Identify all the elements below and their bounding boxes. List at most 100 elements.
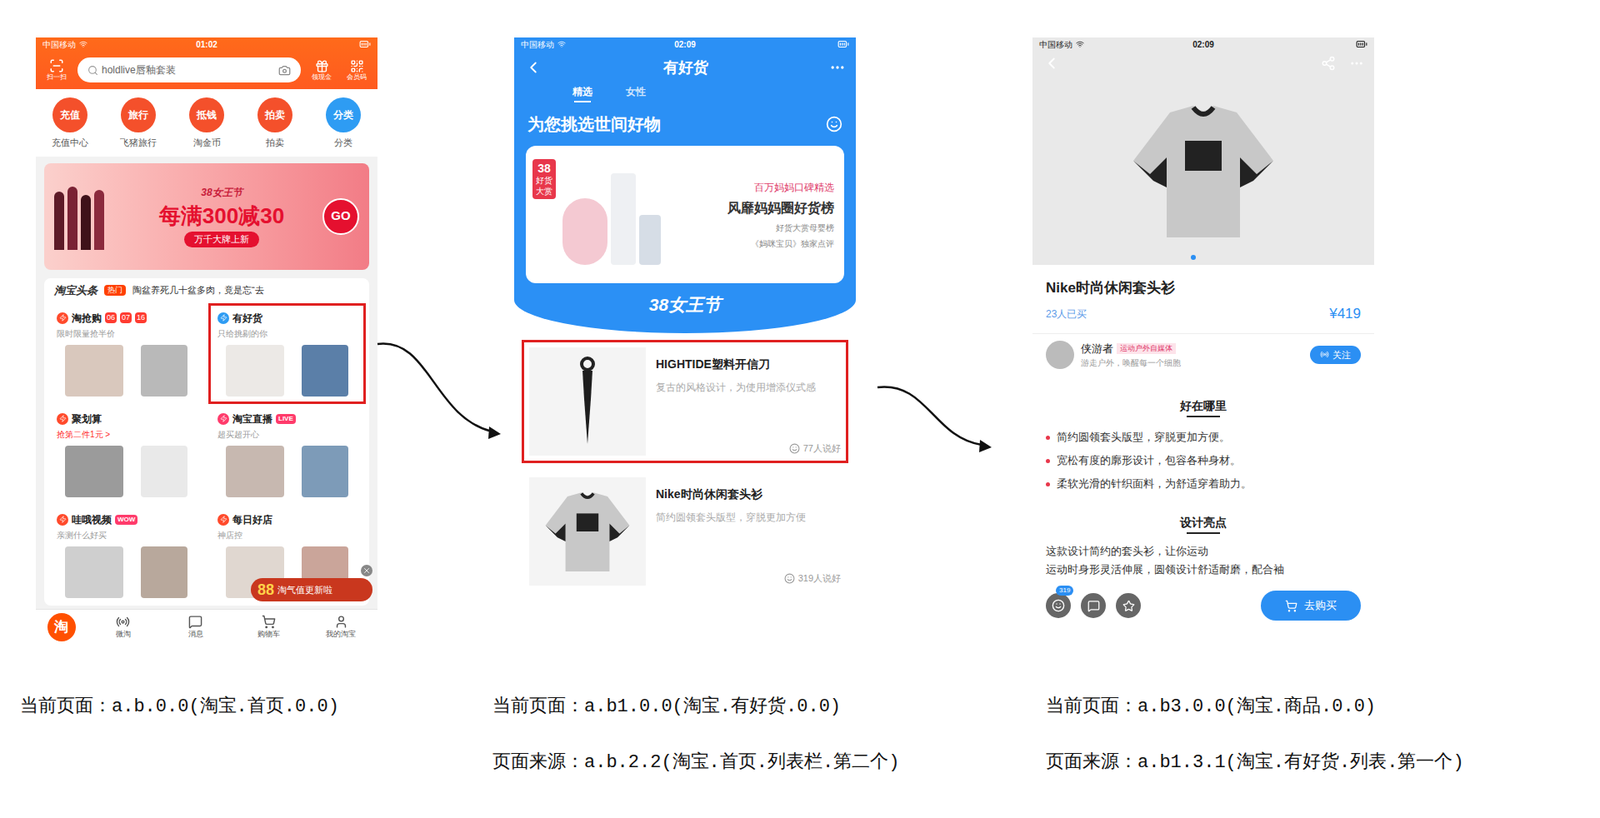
lightning-icon <box>220 415 228 423</box>
tab-item[interactable]: 我的淘宝 <box>315 615 366 641</box>
smile-icon <box>784 573 795 585</box>
follow-button[interactable]: 关注 <box>1310 345 1361 365</box>
tab-logo[interactable]: 淘 <box>47 613 76 642</box>
heading-underline <box>1186 532 1220 535</box>
wifi-icon <box>557 40 566 49</box>
photo-nav-right <box>1320 55 1365 71</box>
author-avatar[interactable] <box>1045 340 1075 370</box>
detail-section: 好在哪里简约圆领套头版型，穿脱更加方便。宽松有度的廓形设计，包容各种身材。柔软光… <box>1032 397 1375 496</box>
festival-title: 38女王节 <box>514 291 856 319</box>
tab-row: 精选 女性 <box>514 84 856 106</box>
channel-icon <box>217 413 230 425</box>
tab-item[interactable]: 消息 <box>170 615 221 641</box>
bottle <box>54 191 65 250</box>
header-action[interactable]: 领现金 <box>307 59 336 82</box>
clock: 02:09 <box>674 38 696 51</box>
headline-row[interactable]: 淘宝头条热门陶盆养死几十盆多肉，竟是忘“去 <box>44 278 370 304</box>
banner-headline: 风靡妈妈圈好货榜 <box>727 198 835 219</box>
tab-label: 我的淘宝 <box>325 629 356 641</box>
comment-icon <box>1087 600 1100 613</box>
scan-icon <box>49 58 65 74</box>
author-info: 侠游者运动户外自媒体游走户外，唤醒每一个细胞 <box>1080 340 1304 370</box>
more-icon[interactable] <box>829 59 846 76</box>
channel-cell[interactable]: 淘宝直播LIVE超买超开心 <box>208 404 366 505</box>
heading-row: 为您挑选世间好物 <box>514 105 856 143</box>
close-button[interactable] <box>360 565 373 577</box>
award-tag-line: 大赏 <box>535 185 553 197</box>
product-photo <box>140 546 188 599</box>
shortcut[interactable]: 分类分类 <box>316 97 370 150</box>
goods-item[interactable]: HIGHTIDE塑料开信刀复古的风格设计，为使用增添仪式感77人说好 <box>521 340 849 464</box>
shortcut[interactable]: 充值充值中心 <box>43 97 97 150</box>
tab-label: 精选 <box>572 84 593 100</box>
banner-go-button[interactable]: GO <box>322 198 360 235</box>
tab-bar: 淘微淘消息购物车我的淘宝 <box>35 609 378 645</box>
screen-column: 中国移动02:09Nike时尚休闲套头衫23人已买¥419侠游者运动户外自媒体游… <box>1032 37 1600 778</box>
tab[interactable]: 女性 <box>625 84 646 106</box>
channel-icon <box>56 413 69 425</box>
search-field[interactable]: holdlive唇釉套装 <box>77 57 301 83</box>
carrier-text: 中国移动 <box>520 38 555 51</box>
channel-cell[interactable]: 聚划算抢第二件1元 > <box>47 404 205 505</box>
shortcut[interactable]: 抵钱淘金币 <box>180 97 234 150</box>
tab-icon <box>115 615 130 630</box>
bullet-dot <box>1045 435 1050 440</box>
banner-headline: 每满300减30 <box>159 203 285 229</box>
photo-nav <box>1032 50 1375 76</box>
bullet-text: 柔软光滑的针织面料，为舒适穿着助力。 <box>1056 475 1252 493</box>
cart-icon <box>1285 600 1298 613</box>
search-placeholder: holdlive唇釉套装 <box>101 62 275 78</box>
tab-item[interactable]: 微淘 <box>98 615 149 641</box>
product-photo: 中国移动02:09 <box>1032 37 1375 265</box>
more-icon[interactable] <box>1349 55 1365 71</box>
channel-badge: LIVE <box>275 414 296 425</box>
lightning-icon <box>59 415 67 423</box>
header-action[interactable]: 会员码 <box>342 59 371 82</box>
tab[interactable]: 精选 <box>572 84 593 106</box>
caption-block: 当前页面：a.b1.0.0(淘宝.有好货.0.0)页面来源：a.b.2.2(淘宝… <box>492 693 1033 778</box>
back-icon[interactable] <box>1042 54 1061 73</box>
bullet-row: 宽松有度的廓形设计，包容各种身材。 <box>1045 449 1361 473</box>
bunny-toy <box>562 198 608 265</box>
price-row: 23人已买¥419 <box>1032 303 1375 335</box>
comment-button[interactable] <box>1080 593 1106 619</box>
bottle <box>67 186 78 250</box>
scan-button[interactable]: 扫一扫 <box>42 58 71 82</box>
caption-block: 当前页面：a.b.0.0(淘宝.首页.0.0) <box>0 693 493 722</box>
tab-icon <box>334 615 349 630</box>
promo-banner[interactable]: 38女王节每满300减30万千大牌上新GO <box>44 163 370 270</box>
bullet-row: 柔软光滑的针织面料，为舒适穿着助力。 <box>1045 472 1361 496</box>
like-button[interactable]: 319 <box>1045 593 1071 619</box>
goods-likes-text: 77人说好 <box>803 441 841 456</box>
goods-item[interactable]: Nike时尚休闲套头衫简约圆领套头版型，穿脱更加方便319人说好 <box>521 470 849 594</box>
channel-cell[interactable]: 有好货只给挑剔的你 <box>208 303 366 405</box>
back-icon[interactable] <box>524 58 543 77</box>
phone-holder: 中国移动02:09Nike时尚休闲套头衫23人已买¥419侠游者运动户外自媒体游… <box>1032 37 1600 645</box>
mom-banner[interactable]: 38好货大赏百万妈妈口碑精选风靡妈妈圈好货榜好货大赏母婴榜《妈咪宝贝》独家点评 <box>525 145 845 284</box>
flow-arrow <box>377 344 492 432</box>
channel-subtitle: 抢第二件1元 > <box>56 428 196 441</box>
share-icon[interactable] <box>1320 55 1336 71</box>
tab-item[interactable]: 购物车 <box>243 615 294 641</box>
product-box <box>610 173 636 265</box>
author-name-row: 侠游者运动户外自媒体 <box>1080 340 1304 358</box>
floating-badge[interactable]: 88淘气值更新啦 <box>250 578 373 602</box>
camera-icon[interactable] <box>278 64 291 77</box>
favorite-button[interactable] <box>1115 593 1141 619</box>
sweater-image <box>1032 75 1375 265</box>
smile-icon[interactable] <box>825 115 843 133</box>
caption-line: 页面来源：a.b.2.2(淘宝.首页.列表栏.第二个) <box>492 749 1033 778</box>
channel-products <box>56 546 196 599</box>
channel-cell[interactable]: 哇哦视频WOW亲测什么好买 <box>47 505 205 606</box>
shortcut-label: 拍卖 <box>265 135 285 150</box>
bottle <box>94 190 105 250</box>
paragraph-line: 这款设计简约的套头衫，让你运动 <box>1045 542 1361 561</box>
channel-cell[interactable]: 淘抢购060716限时限量抢半价 <box>47 303 205 405</box>
shortcut[interactable]: 拍卖拍卖 <box>248 97 302 150</box>
product-photo <box>140 345 188 397</box>
channel-title-row: 每日好店 <box>217 512 357 528</box>
buy-button[interactable]: 去购买 <box>1260 590 1361 621</box>
header-action-label: 领现金 <box>311 73 332 82</box>
like-count: 319 <box>1055 585 1074 596</box>
shortcut[interactable]: 旅行飞猪旅行 <box>111 97 165 150</box>
